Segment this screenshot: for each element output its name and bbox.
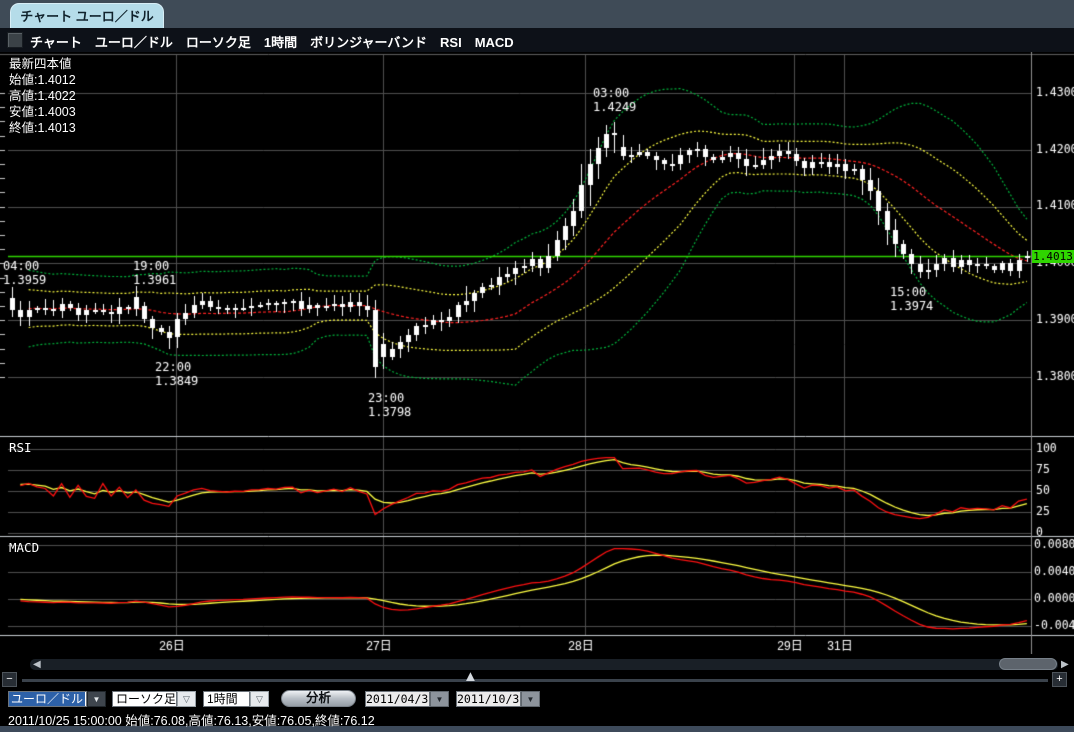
macd-panel-label: MACD [9,540,39,555]
window-menu-icon[interactable] [7,32,23,48]
pair-select-value: ユーロ／ドル [9,692,85,706]
interval-select[interactable]: 1時間 [203,691,250,707]
zoom-slider-track[interactable] [22,679,1048,682]
scroll-right-icon[interactable]: ▶ [1061,659,1069,671]
date-from-value: 2011/04/30 [366,692,430,706]
current-price-badge: 1.4013 [1032,250,1074,263]
scroll-left-icon[interactable]: ◀ [33,659,41,671]
interval-select-value: 1時間 [207,692,238,706]
style-select[interactable]: ローソク足 [112,691,177,707]
titlebar-items: チャートユーロ／ドルローソク足 1時間ボリンジャーバンド RSI MACD [30,32,527,51]
zoom-slider-thumb[interactable]: ▲ [463,668,478,685]
zoom-out-button[interactable]: − [2,672,17,687]
latest-quote-panel: 最新四本値 始値:1.4012高値:1.4022安値:1.4003終値:1.40… [9,56,76,136]
date-to-arrow-icon[interactable]: ▼ [521,691,540,707]
titlebar-item: RSI [440,35,462,50]
horizontal-scrollbar-track[interactable] [30,659,1058,670]
titlebar-item: ローソク足 [186,35,251,50]
titlebar-item: ボリンジャーバンド [310,35,427,50]
interval-select-arrow-icon[interactable]: ▽ [250,691,269,707]
pair-select-arrow-icon[interactable]: ▼ [87,691,106,707]
date-to-select[interactable]: 2011/10/31 [456,691,521,707]
titlebar-item: MACD [475,35,514,50]
analyze-button[interactable]: 分析 [281,690,356,707]
date-from-arrow-icon[interactable]: ▼ [430,691,449,707]
style-select-value: ローソク足 [116,692,176,706]
tab-chart-eurusd[interactable]: チャート ユーロ／ドル [10,3,164,29]
date-from-select[interactable]: 2011/04/30 [365,691,430,707]
quote-row: 始値:1.4012 [9,72,76,88]
zoom-in-button[interactable]: + [1052,672,1067,687]
quote-row: 安値:1.4003 [9,104,76,120]
chart-window: チャート ユーロ／ドル チャートユーロ／ドルローソク足1時間ボリンジャーバンドR… [0,0,1074,732]
price-chart-canvas[interactable] [0,52,1074,654]
title-bar: チャートユーロ／ドルローソク足1時間ボリンジャーバンドRSIMACD × [0,28,1074,52]
titlebar-item: ユーロ／ドル [95,35,173,50]
rsi-panel-label: RSI [9,440,32,455]
pair-select[interactable]: ユーロ／ドル [8,691,87,707]
date-to-value: 2011/10/31 [457,692,521,706]
status-timestamp: 2011/10/25 15:00:00 [8,714,122,728]
status-bar: 2011/10/25 15:00:00 始値:76.08,高値:76.13,安値… [8,710,375,729]
horizontal-scrollbar-thumb[interactable] [999,658,1057,670]
quote-row: 終値:1.4013 [9,120,76,136]
quote-row: 高値:1.4022 [9,88,76,104]
tab-strip: チャート ユーロ／ドル [0,0,1074,28]
titlebar-item: 1時間 [264,35,297,50]
style-select-arrow-icon[interactable]: ▽ [177,691,196,707]
status-ohlc: 始値:76.08,高値:76.13,安値:76.05,終値:76.12 [125,714,374,728]
quote-title: 最新四本値 [9,56,76,72]
titlebar-item: チャート [30,35,82,50]
